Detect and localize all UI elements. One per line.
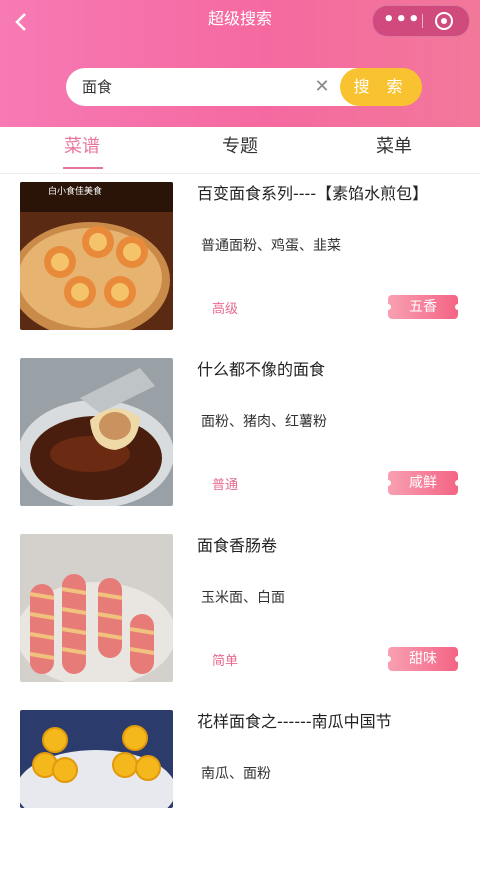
list-item[interactable]: 面食香肠卷 玉米面、白面 简单 甜味 bbox=[0, 526, 480, 702]
recipe-image[interactable] bbox=[20, 358, 173, 506]
capsule-divider bbox=[422, 14, 423, 28]
list-item[interactable]: 花样面食之------南瓜中国节 南瓜、面粉 bbox=[0, 702, 480, 878]
difficulty-label: 普通 bbox=[212, 478, 239, 493]
search-input[interactable]: 面食 bbox=[82, 68, 112, 106]
list-item[interactable]: 什么都不像的面食 面粉、猪肉、红薯粉 普通 咸鲜 bbox=[0, 350, 480, 526]
tab-recipes[interactable]: 菜谱 bbox=[32, 127, 132, 173]
recipe-title: 什么都不像的面食 bbox=[197, 360, 326, 379]
recipe-title: 面食香肠卷 bbox=[197, 536, 278, 555]
target-circle-icon[interactable] bbox=[435, 12, 453, 30]
header-bar: 超级搜索 ••• 面食 ✕ 搜 索 bbox=[0, 0, 480, 127]
tab-menus[interactable]: 菜单 bbox=[344, 127, 444, 173]
recipe-ingredients: 玉米面、白面 bbox=[201, 590, 285, 606]
recipe-ingredients: 南瓜、面粉 bbox=[201, 766, 271, 782]
tab-topics[interactable]: 专题 bbox=[190, 127, 290, 173]
list-item[interactable]: 白小食佳美食 百变面食系列----【素馅水煎包】 普通面粉、鸡蛋、韭菜 高级 五… bbox=[0, 174, 480, 350]
recipe-image[interactable]: 白小食佳美食 bbox=[20, 182, 173, 330]
flavor-tag: 五香 bbox=[385, 295, 461, 319]
close-icon[interactable]: ✕ bbox=[312, 77, 332, 97]
recipe-title: 百变面食系列----【素馅水煎包】 bbox=[197, 184, 429, 203]
recipe-image[interactable] bbox=[20, 710, 173, 808]
mini-program-capsule: ••• bbox=[372, 5, 470, 37]
more-dots-icon[interactable]: ••• bbox=[383, 6, 420, 36]
flavor-tag: 甜味 bbox=[385, 647, 461, 671]
recipe-image[interactable] bbox=[20, 534, 173, 682]
search-button[interactable]: 搜 索 bbox=[340, 68, 422, 106]
recipe-ingredients: 普通面粉、鸡蛋、韭菜 bbox=[201, 238, 341, 254]
difficulty-label: 高级 bbox=[212, 302, 239, 317]
image-caption: 白小食佳美食 bbox=[48, 185, 102, 197]
flavor-tag: 咸鲜 bbox=[385, 471, 461, 495]
recipe-ingredients: 面粉、猪肉、红薯粉 bbox=[201, 414, 327, 430]
tab-bar: 菜谱 专题 菜单 bbox=[0, 127, 480, 174]
recipe-title: 花样面食之------南瓜中国节 bbox=[197, 712, 392, 731]
difficulty-label: 简单 bbox=[212, 654, 239, 669]
